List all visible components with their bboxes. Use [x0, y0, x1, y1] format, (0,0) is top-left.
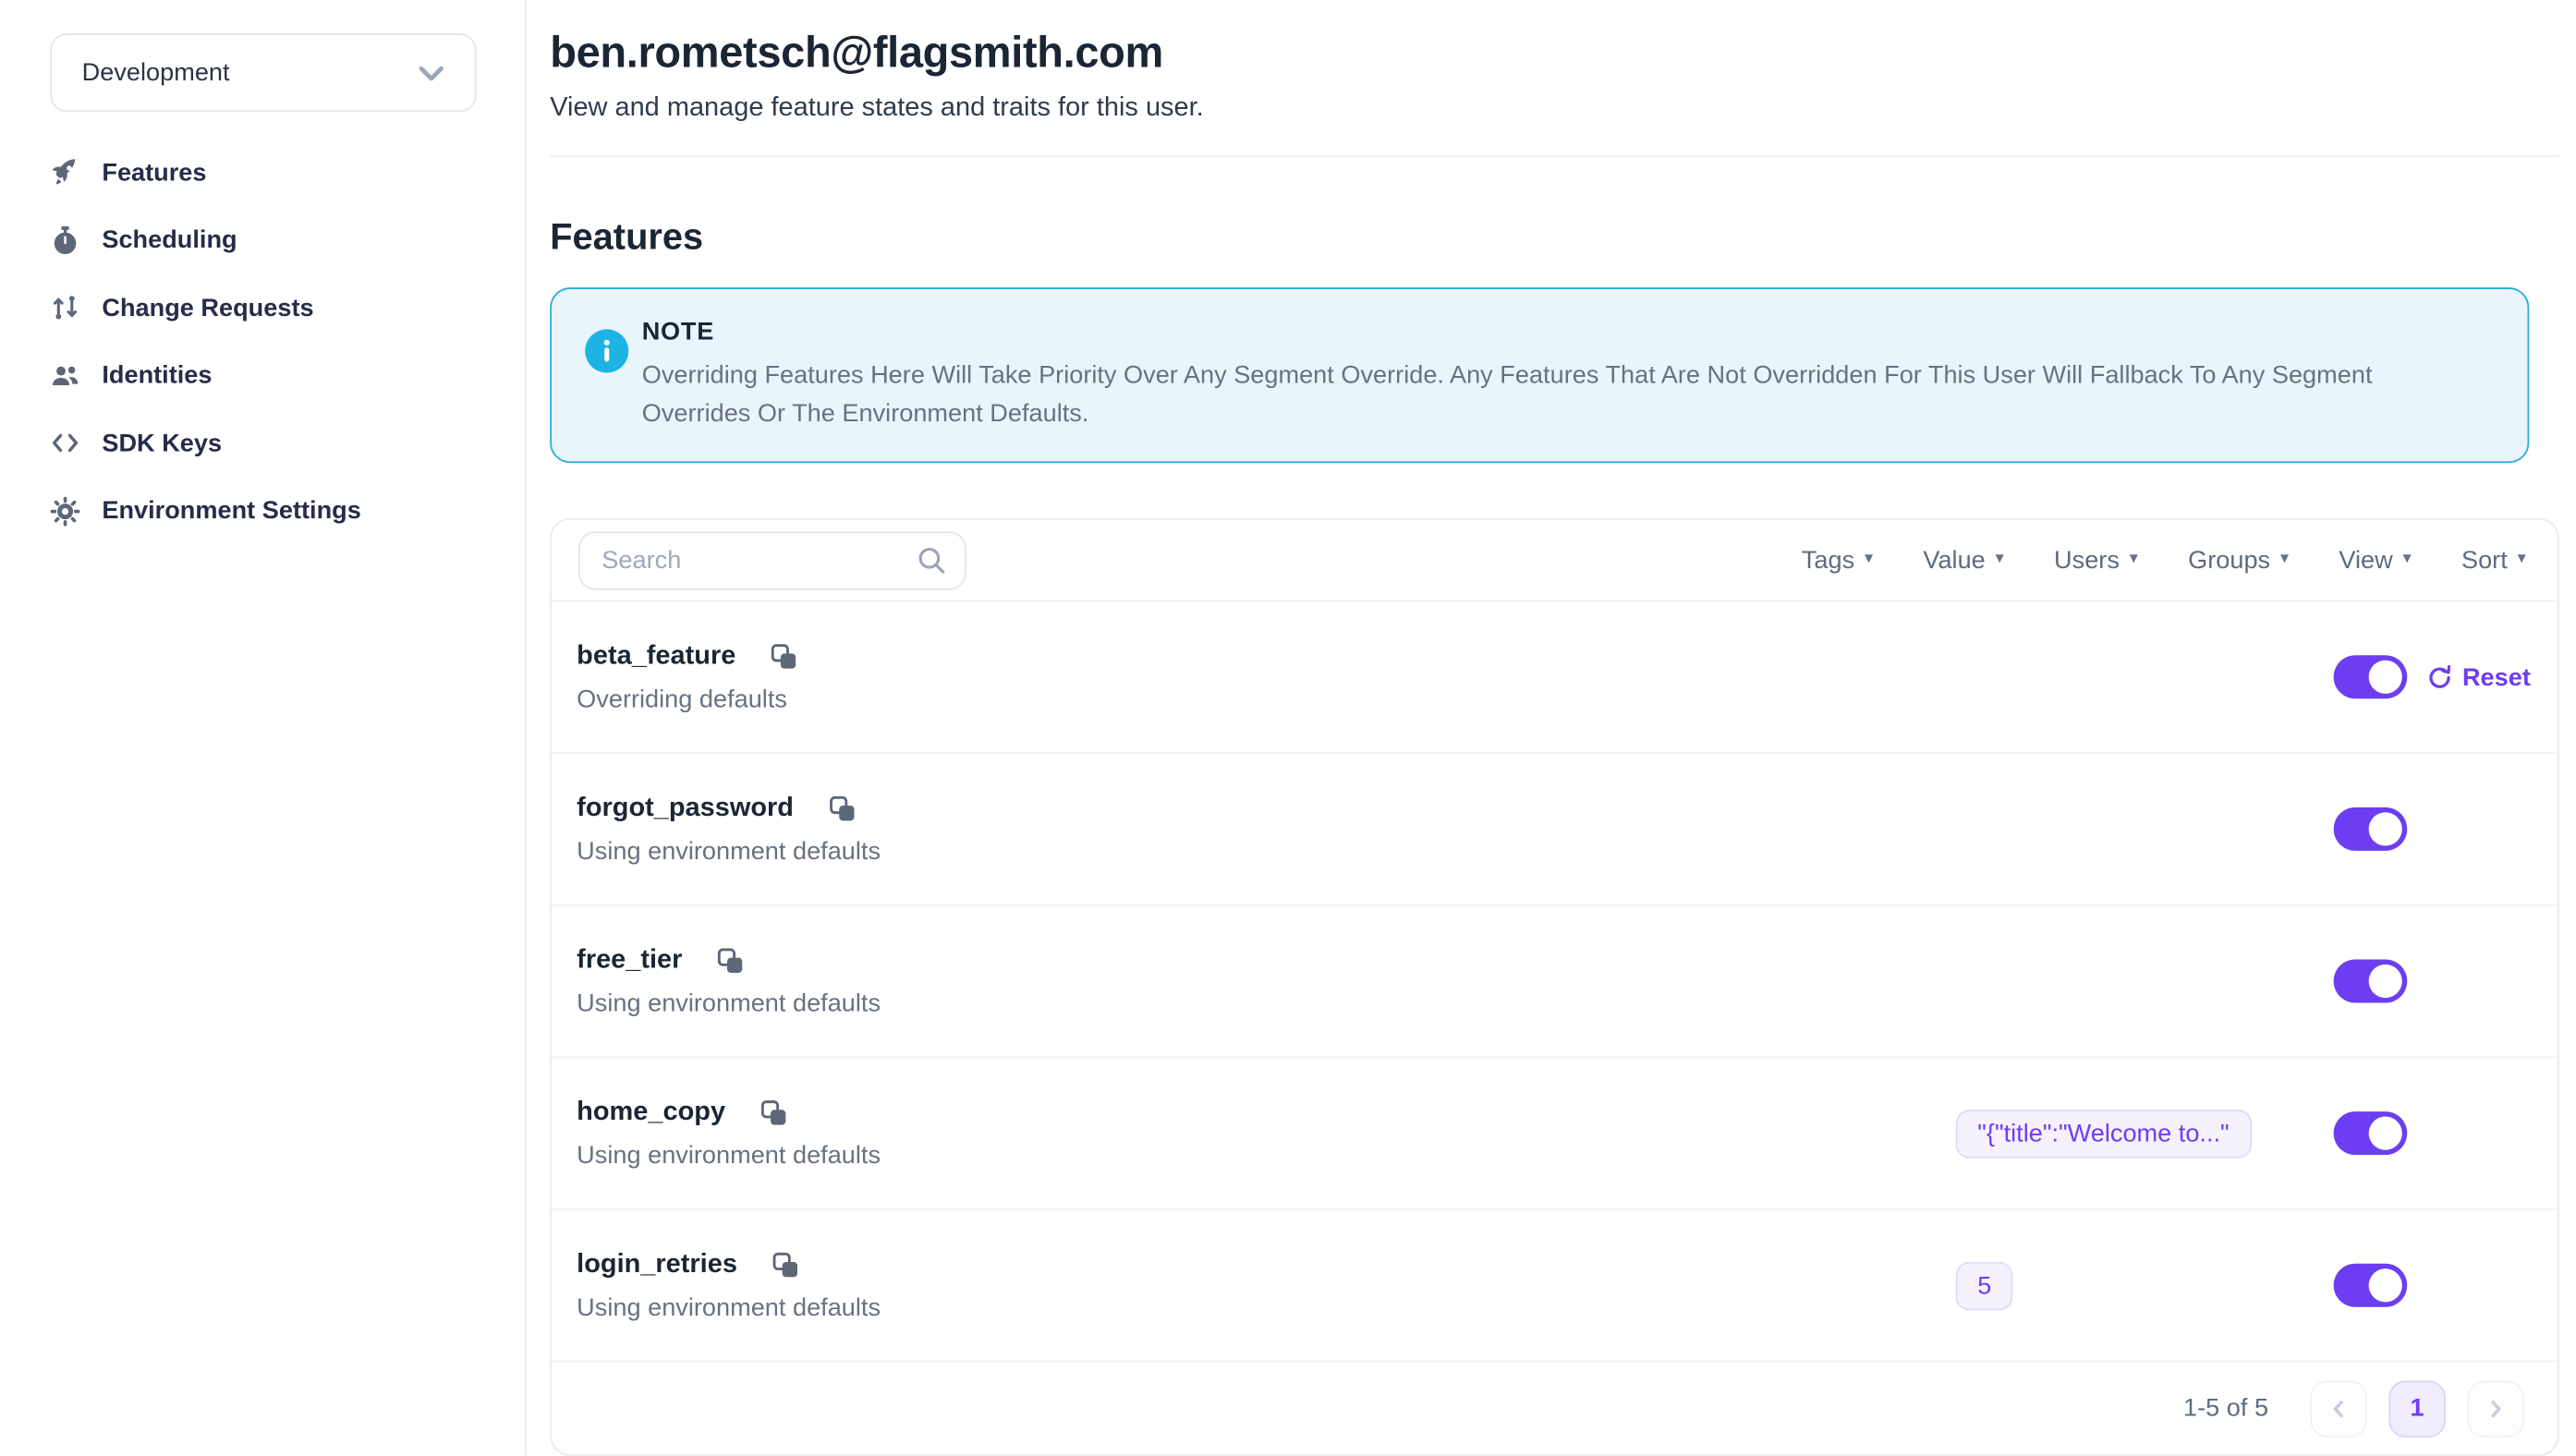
note-banner: NOTE Overriding Features Here Will Take …: [550, 287, 2529, 463]
feature-toggle[interactable]: [2334, 807, 2408, 851]
environment-select[interactable]: Development: [50, 33, 476, 112]
rocket-icon: [50, 158, 80, 188]
filter-tags[interactable]: Tags: [1802, 546, 1873, 575]
filter-bar: Tags Value Users Groups View Sort: [1802, 546, 2531, 575]
filter-view[interactable]: View: [2339, 546, 2411, 575]
feature-status: Using environment defaults: [577, 1141, 881, 1170]
search-icon: [916, 544, 947, 584]
sidebar-item-change-requests[interactable]: Change Requests: [0, 274, 525, 342]
feature-row-beta-feature[interactable]: beta_feature Overriding defaults: [552, 601, 2558, 753]
sidebar-item-identities[interactable]: Identities: [0, 342, 525, 409]
filter-sort[interactable]: Sort: [2461, 546, 2526, 575]
feature-row-login-retries[interactable]: login_retries Using environment defaults…: [552, 1208, 2558, 1361]
copy-icon[interactable]: [717, 947, 744, 974]
features-panel: Tags Value Users Groups View Sort beta_f…: [550, 518, 2559, 1456]
feature-toggle[interactable]: [2334, 655, 2408, 698]
feature-status: Overriding defaults: [577, 685, 797, 713]
pagination: 1-5 of 5 1: [552, 1361, 2558, 1454]
sidebar-nav: Features Scheduling: [0, 139, 525, 545]
sidebar-item-sdk-keys[interactable]: SDK Keys: [0, 409, 525, 477]
caret-down-icon: [2130, 552, 2138, 568]
sidebar-item-features[interactable]: Features: [0, 139, 525, 206]
search-input[interactable]: [578, 530, 966, 588]
divider: [550, 155, 2559, 157]
filter-groups[interactable]: Groups: [2188, 546, 2289, 575]
copy-icon[interactable]: [771, 643, 797, 670]
environment-select-value: Development: [82, 58, 230, 87]
note-body: Overriding Features Here Will Take Prior…: [642, 356, 2427, 432]
caret-down-icon: [2518, 552, 2526, 568]
flagsmith-identity-page: Development Features: [0, 0, 2576, 1456]
feature-row-home-copy[interactable]: home_copy Using environment defaults "{"…: [552, 1056, 2558, 1208]
gear-icon: [50, 496, 80, 527]
stopwatch-icon: [50, 225, 80, 256]
feature-status: Using environment defaults: [577, 1292, 881, 1321]
sidebar-item-label: SDK Keys: [102, 430, 222, 458]
feature-toggle[interactable]: [2334, 1111, 2408, 1155]
feature-name: login_retries: [577, 1249, 737, 1280]
features-section-heading: Features: [550, 215, 2559, 259]
feature-row-forgot-password[interactable]: forgot_password Using environment defaul…: [552, 752, 2558, 904]
page-subtitle: View and manage feature states and trait…: [550, 93, 2559, 124]
pagination-summary: 1-5 of 5: [2183, 1394, 2268, 1423]
feature-name: free_tier: [577, 945, 682, 976]
chevron-left-icon: [2327, 1397, 2350, 1420]
note-title: NOTE: [642, 318, 2427, 346]
sidebar-item-label: Change Requests: [102, 294, 313, 322]
chevron-down-icon: [418, 65, 444, 81]
feature-toggle[interactable]: [2334, 1264, 2408, 1307]
sidebar-item-label: Features: [102, 158, 206, 187]
pagination-page-1-button[interactable]: 1: [2388, 1379, 2446, 1437]
feature-value-chip[interactable]: 5: [1956, 1261, 2013, 1309]
sidebar-item-label: Scheduling: [102, 226, 237, 255]
feature-row-free-tier[interactable]: free_tier Using environment defaults: [552, 904, 2558, 1057]
sidebar: Development Features: [0, 0, 527, 1456]
sidebar-item-label: Identities: [102, 361, 212, 390]
sidebar-item-scheduling[interactable]: Scheduling: [0, 206, 525, 273]
sidebar-item-label: Environment Settings: [102, 497, 360, 526]
identities-icon: [50, 360, 80, 391]
code-icon: [50, 429, 80, 459]
filter-value[interactable]: Value: [1923, 546, 2003, 575]
refresh-icon: [2425, 662, 2454, 691]
main-content: ben.rometsch@flagsmith.com View and mana…: [550, 0, 2559, 1456]
page-title: ben.rometsch@flagsmith.com: [550, 27, 2559, 79]
copy-icon[interactable]: [760, 1099, 787, 1126]
features-toolbar: Tags Value Users Groups View Sort: [552, 520, 2558, 601]
feature-toggle[interactable]: [2334, 959, 2408, 1002]
caret-down-icon: [1996, 552, 2004, 568]
caret-down-icon: [2403, 552, 2412, 568]
filter-users[interactable]: Users: [2054, 546, 2138, 575]
copy-icon[interactable]: [772, 1251, 799, 1278]
pagination-next-button[interactable]: [2467, 1379, 2524, 1437]
chevron-right-icon: [2484, 1397, 2507, 1420]
feature-name: home_copy: [577, 1098, 725, 1128]
caret-down-icon: [1865, 552, 1873, 568]
reset-button[interactable]: Reset: [2425, 662, 2531, 691]
change-requests-icon: [50, 293, 80, 323]
info-icon: [585, 329, 628, 372]
pagination-prev-button[interactable]: [2310, 1379, 2367, 1437]
feature-status: Using environment defaults: [577, 989, 881, 1017]
feature-name: beta_feature: [577, 641, 735, 672]
copy-icon[interactable]: [829, 795, 856, 821]
caret-down-icon: [2280, 552, 2289, 568]
feature-name: forgot_password: [577, 793, 794, 823]
sidebar-item-environment-settings[interactable]: Environment Settings: [0, 478, 525, 545]
feature-status: Using environment defaults: [577, 837, 881, 866]
feature-value-chip[interactable]: "{"title":"Welcome to...": [1956, 1109, 2251, 1157]
